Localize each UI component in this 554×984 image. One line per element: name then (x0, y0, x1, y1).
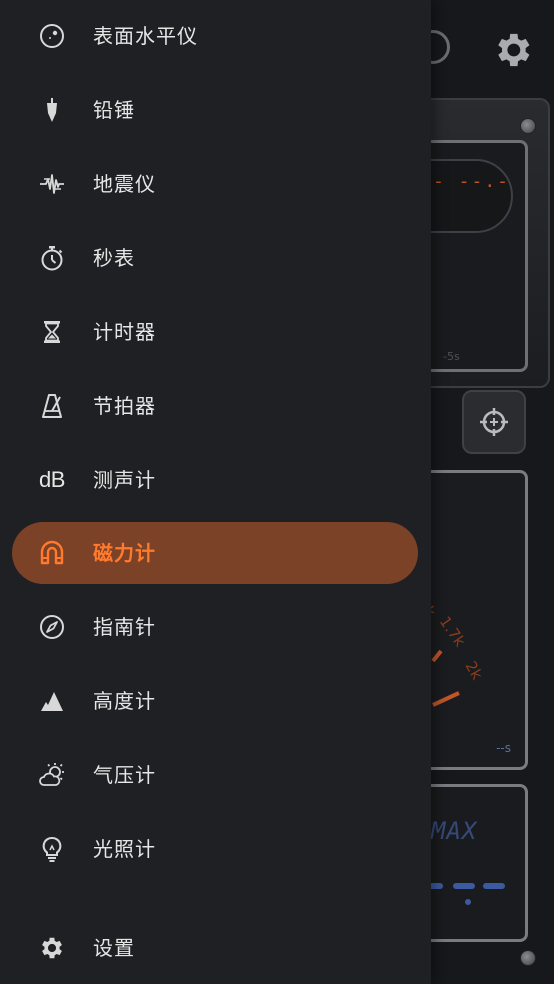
menu-item-label: 铅锤 (93, 98, 135, 122)
dial-label-17k: 1.7k (436, 613, 470, 650)
menu-item-settings[interactable]: 设置 (12, 917, 418, 979)
dial-label-2k: 2k (462, 658, 487, 683)
compass-icon (36, 611, 68, 643)
crosshair-icon (480, 408, 508, 436)
menu-item-timer[interactable]: 计时器 (12, 301, 418, 363)
menu-item-label: 设置 (93, 936, 135, 960)
calibrate-button[interactable] (462, 390, 526, 454)
menu-item-label: 光照计 (93, 837, 156, 861)
gear-icon (36, 932, 68, 964)
db-icon: dB (36, 464, 68, 496)
menu-item-surface-level[interactable]: 表面水平仪 (12, 5, 418, 67)
menu-item-light-meter[interactable]: 光照计 (12, 818, 418, 880)
menu-item-label: 磁力计 (93, 541, 156, 565)
time-axis-label: -5s (443, 350, 460, 363)
metronome-icon (36, 390, 68, 422)
time-unit-label: --s (496, 741, 511, 755)
menu-item-label: 计时器 (93, 320, 156, 344)
menu-item-magnetometer[interactable]: 磁力计 (12, 522, 418, 584)
screw (520, 950, 536, 966)
surface-level-icon (36, 20, 68, 52)
top-toolbar (412, 24, 554, 76)
screw (520, 118, 536, 134)
menu-item-compass[interactable]: 指南针 (12, 596, 418, 658)
menu-item-metronome[interactable]: 节拍器 (12, 375, 418, 437)
plumb-bob-icon (36, 94, 68, 126)
altitude-icon (36, 685, 68, 717)
menu-item-sound-meter[interactable]: dB 测声计 (12, 449, 418, 511)
menu-item-label: 气压计 (93, 763, 156, 787)
menu-item-altimeter[interactable]: 高度计 (12, 670, 418, 732)
lightbulb-icon (36, 833, 68, 865)
menu-item-label: 地震仪 (93, 172, 156, 196)
menu-item-plumb-bob[interactable]: 铅锤 (12, 79, 418, 141)
menu-item-label: 秒表 (93, 246, 135, 270)
menu-item-label: 测声计 (93, 468, 156, 492)
readout-bar (453, 883, 475, 889)
db-icon-text: dB (39, 467, 65, 492)
navigation-drawer: 表面水平仪 铅锤 地震仪 秒表 计时器 节拍器 dB 测声计 磁力计 指南针 高… (0, 0, 431, 984)
app-screen: - --.- -5s k 1.7k 2k --s (0, 0, 554, 984)
menu-item-stopwatch[interactable]: 秒表 (12, 227, 418, 289)
menu-item-label: 高度计 (93, 689, 156, 713)
dial-tick (432, 691, 460, 707)
max-label: MAX (431, 817, 478, 845)
magnet-icon (36, 537, 68, 569)
menu-item-label: 指南针 (93, 615, 156, 639)
menu-item-label: 节拍器 (93, 394, 156, 418)
menu-item-label: 表面水平仪 (93, 24, 198, 48)
readout-value: - --.- (433, 171, 511, 192)
readout-dot (465, 899, 471, 905)
seismometer-icon (36, 168, 68, 200)
hourglass-icon (36, 316, 68, 348)
dial-tick (431, 649, 443, 663)
readout-bar (483, 883, 505, 889)
menu-item-barometer[interactable]: 气压计 (12, 744, 418, 806)
stopwatch-icon (36, 242, 68, 274)
menu-item-seismometer[interactable]: 地震仪 (12, 153, 418, 215)
weather-icon (36, 759, 68, 791)
settings-gear-icon[interactable] (490, 28, 534, 72)
